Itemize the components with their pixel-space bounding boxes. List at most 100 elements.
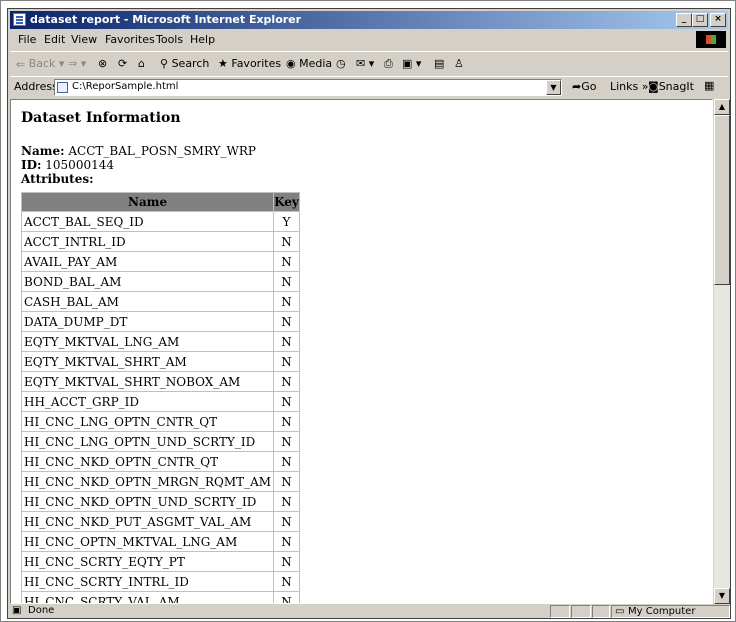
attribute-key-cell: Y <box>273 211 300 232</box>
forward-arrow-icon: ⇒ <box>68 57 78 70</box>
attribute-name-cell: EQTY_MKTVAL_SHRT_NOBOX_AM <box>20 371 275 392</box>
attribute-name-cell: HH_ACCT_GRP_ID <box>20 391 275 412</box>
menu-bar: File Edit View Favorites Tools Help <box>10 30 728 50</box>
page-title: Dataset Information <box>21 110 181 126</box>
attribute-key-cell: N <box>273 571 300 592</box>
computer-icon: ▭ <box>615 606 625 617</box>
attribute-name-cell: HI_CNC_SCRTY_INTRL_ID <box>20 571 275 592</box>
attribute-key-cell: N <box>273 351 300 372</box>
print-button[interactable]: ⎙ <box>384 57 393 71</box>
links-button[interactable]: Links » <box>610 80 649 93</box>
back-button[interactable]: ⇐ Back ▾ <box>16 57 64 71</box>
snagit-options-icon[interactable]: ▦ <box>704 79 714 92</box>
dataset-id: ID: 105000144 <box>21 158 114 172</box>
ie-page-icon <box>13 13 26 26</box>
edit-button[interactable]: ▣ ▾ <box>402 57 421 70</box>
menu-view[interactable]: View <box>71 33 97 46</box>
attribute-name-cell: HI_CNC_LNG_OPTN_CNTR_QT <box>20 411 275 432</box>
table-row: CASH_BAL_AM N <box>20 291 300 312</box>
discuss-button[interactable]: ▤ <box>434 57 444 70</box>
menu-help[interactable]: Help <box>190 33 215 46</box>
table-row: HI_CNC_LNG_OPTN_UND_SCRTY_ID N <box>20 431 300 452</box>
table-row: HH_ACCT_GRP_ID N <box>20 391 300 412</box>
messenger-icon: ♙ <box>454 57 464 70</box>
status-cell <box>550 605 570 618</box>
attribute-name-cell: HI_CNC_SCRTY_EQTY_PT <box>20 551 275 572</box>
menu-tools[interactable]: Tools <box>156 33 183 46</box>
table-row: ACCT_INTRL_ID N <box>20 231 300 252</box>
attribute-key-cell: N <box>273 591 300 603</box>
menu-edit[interactable]: Edit <box>44 33 65 46</box>
mail-button[interactable]: ✉ ▾ <box>356 57 374 70</box>
refresh-button[interactable]: ⟳ <box>118 57 127 70</box>
scroll-up-button[interactable]: ▲ <box>714 99 730 115</box>
attributes-heading: Attributes: <box>21 172 94 186</box>
screenshot-frame: dataset report - Microsoft Internet Expl… <box>0 0 736 622</box>
address-bar: Address C:\ReporSample.html ▼ ➦Go Links … <box>10 76 728 99</box>
table-row: BOND_BAL_AM N <box>20 271 300 292</box>
menu-file[interactable]: File <box>18 33 36 46</box>
camera-icon: ◙ <box>648 80 659 93</box>
attribute-key-cell: N <box>273 391 300 412</box>
print-icon: ⎙ <box>384 57 393 70</box>
attribute-name-cell: HI_CNC_SCRTY_VAL_AM <box>20 591 275 603</box>
browser-window: dataset report - Microsoft Internet Expl… <box>7 8 731 619</box>
attribute-name-cell: HI_CNC_LNG_OPTN_UND_SCRTY_ID <box>20 431 275 452</box>
attribute-name-cell: EQTY_MKTVAL_SHRT_AM <box>20 351 275 372</box>
page-icon <box>57 82 68 93</box>
address-dropdown-button[interactable]: ▼ <box>546 80 561 95</box>
minimize-button[interactable]: _ <box>676 13 692 27</box>
attribute-name-cell: HI_CNC_NKD_OPTN_UND_SCRTY_ID <box>20 491 275 512</box>
scroll-thumb[interactable] <box>714 115 730 285</box>
attribute-key-cell: N <box>273 231 300 252</box>
standard-toolbar: ⇐ Back ▾ ⇒ ▾ ⊗ ⟳ ⌂ ⚲ Search ★ Favorites … <box>10 51 728 76</box>
attribute-key-cell: N <box>273 411 300 432</box>
table-row: EQTY_MKTVAL_SHRT_AM N <box>20 351 300 372</box>
stop-button[interactable]: ⊗ <box>98 57 107 70</box>
table-row: HI_CNC_OPTN_MKTVAL_LNG_AM N <box>20 531 300 552</box>
table-row: EQTY_MKTVAL_SHRT_NOBOX_AM N <box>20 371 300 392</box>
scroll-down-button[interactable]: ▼ <box>714 588 730 604</box>
dataset-name: Name: ACCT_BAL_POSN_SMRY_WRP <box>21 144 257 158</box>
vertical-scrollbar[interactable]: ▲ ▼ <box>714 99 730 604</box>
forward-button[interactable]: ⇒ ▾ <box>68 57 86 70</box>
attribute-name-cell: AVAIL_PAY_AM <box>20 251 275 272</box>
maximize-button[interactable]: □ <box>692 13 708 27</box>
favorites-button[interactable]: ★ Favorites <box>218 57 281 70</box>
attribute-key-cell: N <box>273 451 300 472</box>
window-title: dataset report - Microsoft Internet Expl… <box>30 13 302 26</box>
attribute-key-cell: N <box>273 491 300 512</box>
stop-icon: ⊗ <box>98 57 108 70</box>
go-button[interactable]: ➦Go <box>572 80 596 93</box>
attribute-key-cell: N <box>273 471 300 492</box>
edit-icon: ▣ <box>402 57 413 70</box>
table-row: HI_CNC_NKD_OPTN_MRGN_RQMT_AM N <box>20 471 300 492</box>
search-button[interactable]: ⚲ Search <box>160 57 209 70</box>
menu-favorites[interactable]: Favorites <box>105 33 155 46</box>
history-icon: ◷ <box>336 57 346 70</box>
messenger-button[interactable]: ♙ <box>454 57 464 70</box>
status-text: Done <box>28 605 55 616</box>
windows-logo-icon <box>696 31 726 48</box>
attribute-key-cell: N <box>273 291 300 312</box>
attribute-name-cell: ACCT_INTRL_ID <box>20 231 275 252</box>
close-button[interactable]: × <box>710 13 726 27</box>
discuss-icon: ▤ <box>434 57 445 70</box>
attribute-key-cell: N <box>273 431 300 452</box>
media-icon: ◉ <box>286 57 296 70</box>
media-button[interactable]: ◉ Media <box>286 57 332 70</box>
snagit-button[interactable]: ◙SnagIt <box>648 80 694 93</box>
address-url: C:\ReporSample.html <box>72 81 179 92</box>
attribute-key-cell: N <box>273 531 300 552</box>
favorites-icon: ★ <box>218 57 228 70</box>
home-button[interactable]: ⌂ <box>138 57 145 70</box>
history-button[interactable]: ◷ <box>336 57 346 70</box>
title-bar[interactable]: dataset report - Microsoft Internet Expl… <box>10 11 728 29</box>
go-arrow-icon: ➦ <box>572 80 582 93</box>
attribute-key-cell: N <box>273 311 300 332</box>
address-input[interactable]: C:\ReporSample.html ▼ <box>54 79 562 96</box>
attribute-name-cell: HI_CNC_NKD_OPTN_CNTR_QT <box>20 451 275 472</box>
table-row: AVAIL_PAY_AM N <box>20 251 300 272</box>
attribute-key-cell: N <box>273 551 300 572</box>
attribute-key-cell: N <box>273 511 300 532</box>
